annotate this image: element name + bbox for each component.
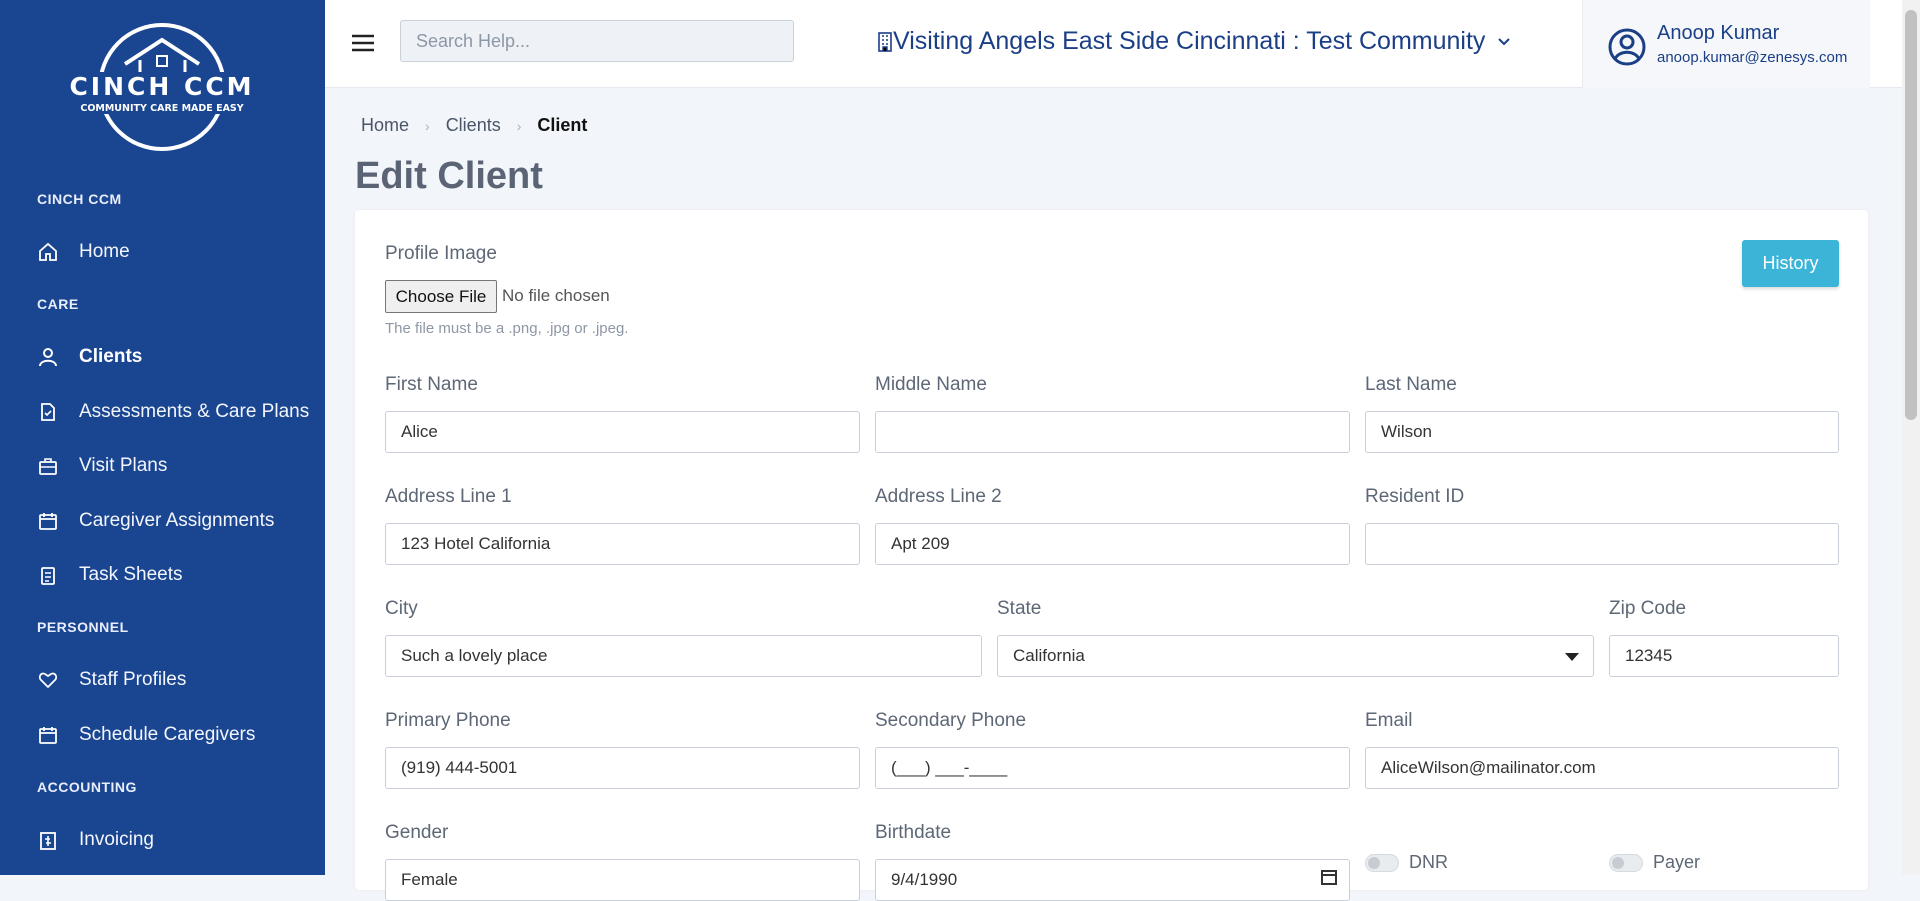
choose-file-button[interactable]: Choose File: [385, 280, 497, 313]
svg-text:CINCH CCM: CINCH CCM: [69, 72, 254, 101]
sidebar-item-task-sheets[interactable]: Task Sheets: [37, 564, 183, 586]
email-label: Email: [1365, 710, 1413, 731]
document-icon: [37, 401, 59, 423]
zip-code-label: Zip Code: [1609, 598, 1687, 619]
payer-toggle[interactable]: [1609, 854, 1643, 872]
secondary-phone-label: Secondary Phone: [875, 710, 1027, 731]
breadcrumb: Home › Clients › Client: [361, 115, 587, 136]
address-line-2-label: Address Line 2: [875, 486, 1002, 507]
home-icon: [37, 241, 59, 263]
search-input[interactable]: [400, 20, 794, 62]
sidebar-item-assessments[interactable]: Assessments & Care Plans: [37, 401, 309, 423]
breadcrumb-current: Client: [537, 115, 588, 135]
svg-text:COMMUNITY CARE MADE EASY: COMMUNITY CARE MADE EASY: [80, 103, 243, 114]
user-menu[interactable]: Anoop Kumar anoop.kumar@zenesys.com: [1582, 0, 1870, 88]
breadcrumb-clients[interactable]: Clients: [446, 115, 501, 136]
sidebar-item-schedule-caregivers[interactable]: Schedule Caregivers: [37, 724, 255, 746]
calendar-icon: [37, 510, 59, 532]
menu-icon[interactable]: [351, 33, 375, 53]
user-email: anoop.kumar@zenesys.com: [1657, 49, 1848, 66]
user-avatar-icon: [1608, 28, 1646, 66]
chevron-right-icon: ›: [516, 117, 522, 134]
user-name: Anoop Kumar: [1657, 22, 1780, 44]
last-name-label: Last Name: [1365, 374, 1457, 395]
sidebar-item-label: Clients: [79, 346, 143, 367]
address-line-2-input[interactable]: Apt 209: [875, 523, 1350, 565]
address-line-1-input[interactable]: 123 Hotel California: [385, 523, 860, 565]
sidebar-item-staff-profiles[interactable]: Staff Profiles: [37, 669, 186, 691]
calendar-icon: [37, 724, 59, 746]
primary-phone-input[interactable]: (919) 444-5001: [385, 747, 860, 789]
page-title: Edit Client: [355, 155, 543, 197]
birthdate-input[interactable]: 9/4/1990: [875, 859, 1350, 901]
breadcrumb-home[interactable]: Home: [361, 115, 409, 136]
sidebar-item-label: Schedule Caregivers: [79, 724, 256, 745]
edit-client-form: Profile Image Choose File No file chosen…: [355, 210, 1868, 901]
birthdate-label: Birthdate: [875, 822, 952, 843]
last-name-input[interactable]: Wilson: [1365, 411, 1839, 453]
top-bar: Visiting Angels East Side Cincinnati : T…: [325, 0, 1902, 88]
middle-name-input[interactable]: [875, 411, 1350, 453]
dnr-label: DNR: [1409, 852, 1448, 872]
first-name-input[interactable]: Alice: [385, 411, 860, 453]
state-selected-value: California: [1013, 646, 1085, 665]
user-icon: [37, 346, 59, 368]
invoice-icon: [37, 829, 59, 851]
sidebar-section-cinch: CINCH CCM: [37, 191, 122, 207]
city-label: City: [385, 598, 418, 619]
primary-phone-label: Primary Phone: [385, 710, 511, 731]
gender-label: Gender: [385, 822, 449, 843]
community-selector[interactable]: Visiting Angels East Side Cincinnati : T…: [877, 27, 1511, 56]
sidebar-item-home[interactable]: Home: [37, 241, 130, 263]
file-hint: The file must be a .png, .jpg or .jpeg.: [385, 320, 629, 337]
cinch-ccm-logo[interactable]: CINCH CCM COMMUNITY CARE MADE EASY: [65, 22, 260, 152]
sidebar-section-personnel: PERSONNEL: [37, 619, 129, 635]
state-label: State: [997, 598, 1042, 619]
dropdown-arrow-icon: [1565, 653, 1579, 661]
history-button[interactable]: History: [1742, 240, 1839, 287]
sidebar-item-visit-plans[interactable]: Visit Plans: [37, 455, 167, 477]
city-input[interactable]: Such a lovely place: [385, 635, 982, 677]
sidebar-item-label: Task Sheets: [79, 564, 183, 585]
sidebar-item-caregiver-assignments[interactable]: Caregiver Assignments: [37, 510, 274, 532]
state-select[interactable]: California: [997, 635, 1594, 677]
chevron-down-icon: [1498, 37, 1511, 45]
scrollbar-thumb[interactable]: [1905, 10, 1917, 420]
sidebar-item-label: Invoicing: [79, 829, 154, 850]
middle-name-label: Middle Name: [875, 374, 987, 395]
sidebar-item-clients[interactable]: Clients: [37, 346, 142, 368]
email-input[interactable]: AliceWilson@mailinator.com: [1365, 747, 1839, 789]
profile-image-label: Profile Image: [385, 243, 497, 264]
sidebar-item-invoicing[interactable]: Invoicing: [37, 829, 154, 851]
sidebar-item-label: Visit Plans: [79, 455, 168, 476]
first-name-label: First Name: [385, 374, 478, 395]
sidebar-item-label: Caregiver Assignments: [79, 510, 275, 531]
zip-code-input[interactable]: 12345: [1609, 635, 1839, 677]
clipboard-icon: [37, 564, 59, 586]
secondary-phone-input[interactable]: (___) ___-____: [875, 747, 1350, 789]
sidebar: CINCH CCM COMMUNITY CARE MADE EASY CINCH…: [0, 0, 325, 875]
no-file-text: No file chosen: [502, 286, 610, 305]
briefcase-icon: [37, 455, 59, 477]
building-icon: [878, 31, 892, 52]
sidebar-section-accounting: ACCOUNTING: [37, 779, 137, 795]
sidebar-item-label: Home: [79, 241, 130, 262]
community-name: Visiting Angels East Side Cincinnati : T…: [893, 27, 1486, 55]
heart-icon: [37, 669, 59, 691]
payer-label: Payer: [1653, 852, 1701, 872]
gender-select[interactable]: Female: [385, 859, 860, 901]
calendar-icon[interactable]: [1320, 868, 1338, 886]
resident-id-label: Resident ID: [1365, 486, 1465, 507]
sidebar-item-label: Staff Profiles: [79, 669, 187, 690]
chevron-right-icon: ›: [425, 117, 430, 134]
sidebar-section-care: CARE: [37, 296, 79, 312]
sidebar-item-label: Assessments & Care Plans: [79, 401, 310, 422]
dnr-toggle[interactable]: [1365, 854, 1399, 872]
resident-id-input[interactable]: [1365, 523, 1839, 565]
address-line-1-label: Address Line 1: [385, 486, 512, 507]
